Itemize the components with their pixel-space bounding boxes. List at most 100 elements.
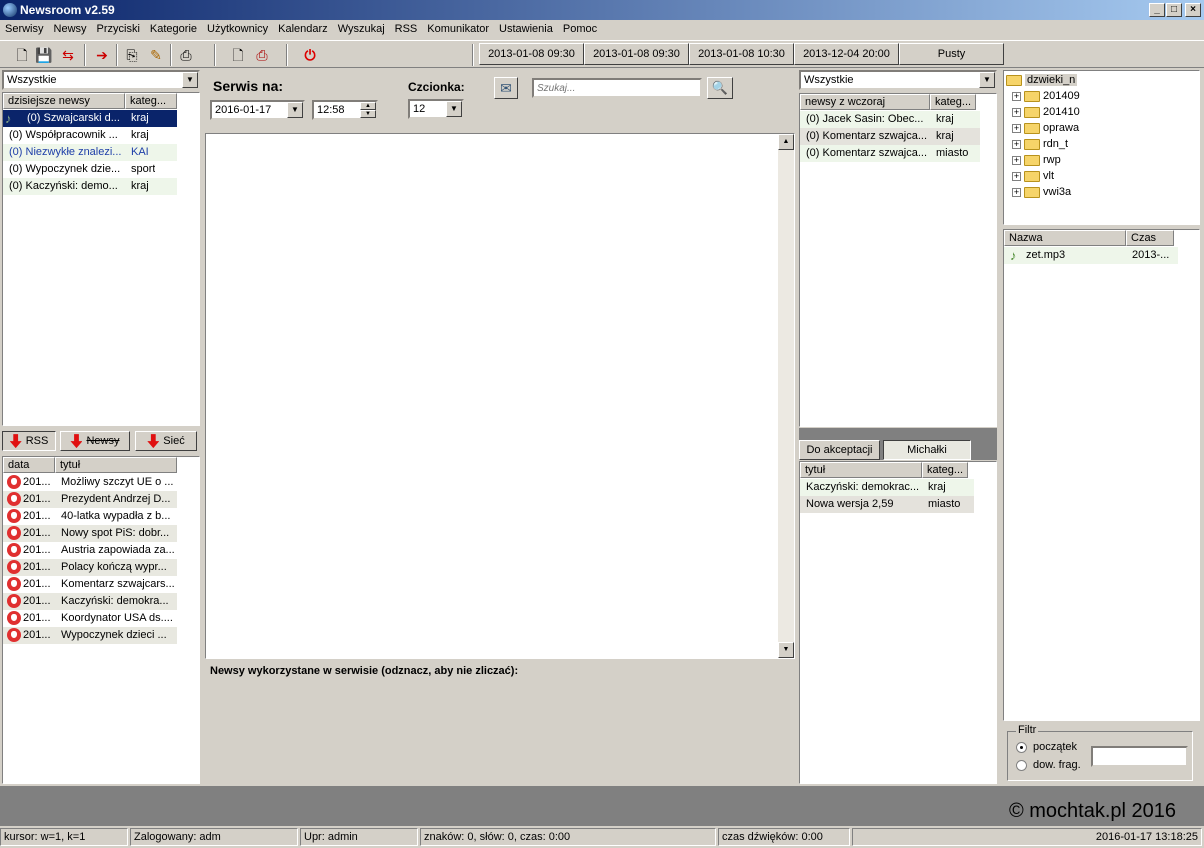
chevron-down-icon[interactable]: ▼ xyxy=(446,101,462,117)
yesterday-category-filter[interactable]: Wszystkie ▼ xyxy=(799,70,997,90)
save-icon[interactable]: 💾 xyxy=(34,45,54,65)
tree-folder[interactable]: + rdn_t xyxy=(1012,136,1192,153)
menu-komunikator[interactable]: Komunikator xyxy=(422,20,494,35)
accept-row[interactable]: Kaczyński: demokrac... kraj xyxy=(800,479,974,496)
rss-row[interactable]: 201... Austria zapowiada za... xyxy=(3,542,177,559)
rss-row[interactable]: 201... Polacy kończą wypr... xyxy=(3,559,177,576)
rss-row[interactable]: 201... Komentarz szwajcars... xyxy=(3,576,177,593)
news-editor[interactable]: ▲ ▼ xyxy=(205,133,795,659)
expand-icon[interactable]: + xyxy=(1012,171,1021,181)
tree-folder[interactable]: + vlt xyxy=(1012,168,1192,185)
news-row[interactable]: (0) Komentarz szwajca... miasto xyxy=(800,145,980,162)
col-header-title[interactable]: tytuł xyxy=(800,462,922,478)
news-row[interactable]: ♪ (0) Szwajcarski d... kraj xyxy=(3,110,177,127)
menu-wyszukaj[interactable]: Wyszukaj xyxy=(333,20,390,35)
menu-rss[interactable]: RSS xyxy=(390,20,423,35)
radio-icon[interactable] xyxy=(1016,759,1027,771)
col-header-category[interactable]: kateg... xyxy=(930,94,976,110)
scroll-down-icon[interactable]: ▼ xyxy=(778,642,794,658)
expand-icon[interactable]: + xyxy=(1012,139,1021,149)
tree-folder[interactable]: + oprawa xyxy=(1012,120,1192,137)
envelope-icon[interactable]: ✉ xyxy=(494,77,518,99)
menu-przyciski[interactable]: Przyciski xyxy=(92,20,145,35)
col-header-time[interactable]: Czas xyxy=(1126,230,1174,246)
col-header-title[interactable]: tytuł xyxy=(55,457,177,473)
file-row[interactable]: ♪ zet.mp3 2013-... xyxy=(1004,247,1178,264)
tree-root[interactable]: dzwieki_n xyxy=(1006,72,1196,89)
news-row[interactable]: (0) Jacek Sasin: Obec... kraj xyxy=(800,111,980,128)
col-header-today-news[interactable]: dzisiejsze newsy xyxy=(3,93,125,109)
col-header-category[interactable]: kateg... xyxy=(922,462,968,478)
spin-up-icon[interactable]: ▲ xyxy=(360,102,376,110)
export-icon[interactable]: ➔ xyxy=(92,45,112,65)
radio-selected-icon[interactable] xyxy=(1016,741,1027,753)
close-button[interactable]: × xyxy=(1185,3,1201,17)
serwis-time-spinner[interactable]: 12:58 ▲ ▼ xyxy=(312,100,378,120)
tab-rss[interactable]: RSS xyxy=(2,431,56,451)
expand-icon[interactable]: + xyxy=(1012,155,1021,165)
col-header-date[interactable]: data xyxy=(3,457,55,473)
menu-ustawienia[interactable]: Ustawienia xyxy=(494,20,558,35)
tab-newsy[interactable]: Newsy xyxy=(60,431,130,451)
menu-uzytkownicy[interactable]: Użytkownicy xyxy=(202,20,273,35)
rss-row[interactable]: 201... Możliwy szczyt UE o ... xyxy=(3,474,177,491)
import-icon[interactable]: ⇆ xyxy=(58,45,78,65)
schedule-button-empty[interactable]: Pusty xyxy=(899,43,1004,65)
rss-row[interactable]: 201... Prezydent Andrzej D... xyxy=(3,491,177,508)
chevron-down-icon[interactable]: ▼ xyxy=(182,72,198,88)
search-icon[interactable]: 🔍 xyxy=(707,77,733,99)
expand-icon[interactable]: + xyxy=(1012,187,1021,197)
tab-do-akceptacji[interactable]: Do akceptacji xyxy=(799,440,880,460)
accept-row[interactable]: Nowa wersja 2,59 miasto xyxy=(800,496,974,513)
tree-folder[interactable]: + vwi3a xyxy=(1012,184,1192,201)
print-icon[interactable]: ⎙ xyxy=(176,45,196,65)
schedule-button-3[interactable]: 2013-01-08 10:30 xyxy=(689,43,794,65)
col-header-category[interactable]: kateg... xyxy=(125,93,177,109)
filter-input[interactable] xyxy=(1091,746,1188,767)
tree-folder[interactable]: + rwp xyxy=(1012,152,1192,169)
tab-siec[interactable]: Sieć xyxy=(135,431,197,451)
edit-icon[interactable]: ⎘ xyxy=(122,45,142,65)
menu-serwisy[interactable]: Serwisy xyxy=(0,20,49,35)
new-file-icon[interactable]: 🗋 xyxy=(228,45,248,65)
menu-newsy[interactable]: Newsy xyxy=(49,20,92,35)
expand-icon[interactable]: + xyxy=(1012,123,1021,133)
expand-icon[interactable]: + xyxy=(1012,107,1021,117)
tree-folder[interactable]: +201409 xyxy=(1012,88,1192,105)
font-size-select[interactable]: 12 ▼ xyxy=(408,99,464,119)
schedule-button-1[interactable]: 2013-01-08 09:30 xyxy=(479,43,584,65)
spin-down-icon[interactable]: ▼ xyxy=(360,110,376,118)
menu-pomoc[interactable]: Pomoc xyxy=(558,20,602,35)
rss-row[interactable]: 201... 40-latka wypadła z b... xyxy=(3,508,177,525)
filter-option-start[interactable]: początek xyxy=(1016,741,1077,753)
rss-row[interactable]: 201... Koordynator USA ds.... xyxy=(3,610,177,627)
schedule-button-4[interactable]: 2013-12-04 20:00 xyxy=(794,43,899,65)
news-row[interactable]: (0) Wypoczynek dzie... sport xyxy=(3,161,177,178)
expand-icon[interactable]: + xyxy=(1012,91,1021,101)
chevron-down-icon[interactable]: ▼ xyxy=(287,102,303,118)
col-header-yesterday-news[interactable]: newsy z wczoraj xyxy=(800,94,930,110)
maximize-button[interactable]: □ xyxy=(1166,3,1182,17)
pencil-icon[interactable]: ✎ xyxy=(146,45,166,65)
filter-option-fragment[interactable]: dow. frag. xyxy=(1016,759,1081,771)
chevron-down-icon[interactable]: ▼ xyxy=(979,72,995,88)
printer-icon[interactable]: ⎙ xyxy=(252,45,272,65)
minimize-button[interactable]: _ xyxy=(1149,3,1165,17)
left-category-filter[interactable]: Wszystkie ▼ xyxy=(2,70,200,90)
scroll-up-icon[interactable]: ▲ xyxy=(778,134,794,150)
rss-row[interactable]: 201... Nowy spot PiS: dobr... xyxy=(3,525,177,542)
news-row[interactable]: (0) Komentarz szwajca... kraj xyxy=(800,128,980,145)
news-row[interactable]: (0) Kaczyński: demo... kraj xyxy=(3,178,177,195)
news-row[interactable]: (0) Niezwykłe znalezi... KAI xyxy=(3,144,177,161)
tree-folder[interactable]: +201410 xyxy=(1012,104,1192,121)
schedule-button-2[interactable]: 2013-01-08 09:30 xyxy=(584,43,689,65)
rss-row[interactable]: 201... Kaczyński: demokra... xyxy=(3,593,177,610)
new-document-icon[interactable]: 🗋 xyxy=(12,45,32,65)
power-icon[interactable]: ⏻ xyxy=(300,45,320,65)
menu-kategorie[interactable]: Kategorie xyxy=(145,20,202,35)
news-row[interactable]: (0) Współpracownik ... kraj xyxy=(3,127,177,144)
tab-michalki[interactable]: Michałki xyxy=(883,440,971,460)
serwis-date-picker[interactable]: 2016-01-17 ▼ xyxy=(210,100,305,120)
rss-row[interactable]: 201... Wypoczynek dzieci ... xyxy=(3,627,177,644)
search-input[interactable] xyxy=(532,78,702,98)
